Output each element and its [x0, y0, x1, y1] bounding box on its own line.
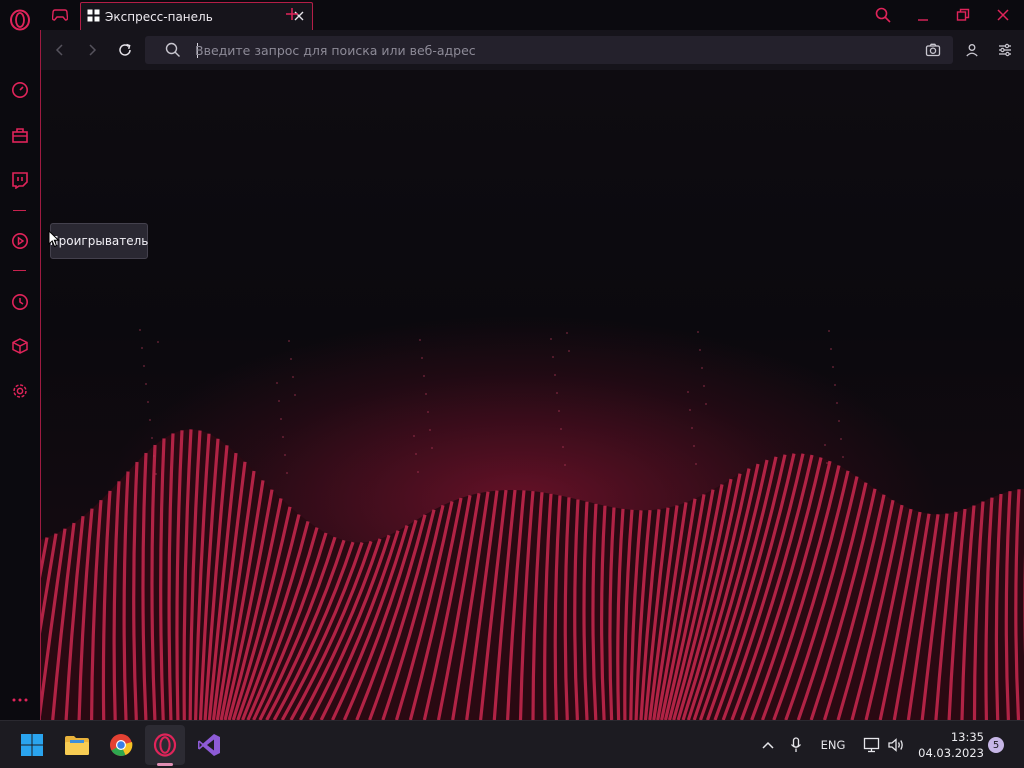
network-icon[interactable] [862, 733, 882, 757]
history-icon[interactable] [8, 290, 32, 314]
back-icon[interactable] [50, 40, 70, 60]
restore-icon[interactable] [954, 6, 972, 24]
screen: Экспресс-панель Введите запрос для поиск… [0, 0, 1024, 768]
search-tabs-icon[interactable] [874, 6, 892, 24]
sidebar [0, 0, 40, 720]
address-bar[interactable] [145, 36, 953, 64]
close-window-icon[interactable] [994, 6, 1012, 24]
mouse-cursor-icon [48, 230, 60, 248]
camera-icon[interactable] [925, 42, 941, 58]
account-icon[interactable] [962, 40, 982, 60]
windows-start-icon[interactable] [12, 725, 52, 765]
reload-icon[interactable] [115, 40, 135, 60]
forward-icon[interactable] [82, 40, 102, 60]
more-icon[interactable] [8, 688, 32, 712]
player-tooltip: Проигрыватель [50, 223, 148, 259]
volume-icon[interactable] [886, 733, 906, 757]
speed-dial-icon[interactable] [8, 78, 32, 102]
twitch-icon[interactable] [8, 168, 32, 192]
gx-corner-icon[interactable] [8, 123, 32, 147]
sidebar-separator [13, 210, 26, 211]
tab-title: Экспресс-панель [105, 10, 213, 24]
content-frame-border [40, 30, 41, 720]
opera-gx-taskbar-icon[interactable] [145, 725, 185, 765]
clock-date: 04.03.2023 [918, 746, 984, 760]
navigation-toolbar [40, 30, 1024, 70]
search-icon [165, 42, 180, 57]
taskbar: ENG 13:35 04.03.2023 5 [0, 720, 1024, 768]
microphone-icon[interactable] [786, 733, 806, 757]
wave-wallpaper-graphic [40, 329, 1024, 720]
player-icon[interactable] [8, 229, 32, 253]
file-explorer-icon[interactable] [57, 725, 97, 765]
minimize-icon[interactable] [914, 6, 932, 24]
new-tab-icon[interactable] [283, 5, 301, 23]
active-app-indicator [157, 763, 173, 766]
tab-strip: Экспресс-панель [40, 0, 1024, 30]
extensions-icon[interactable] [8, 334, 32, 358]
language-indicator[interactable]: ENG [816, 733, 850, 757]
grid-icon [87, 9, 100, 22]
system-clock[interactable]: 13:35 04.03.2023 [912, 729, 984, 761]
chrome-icon[interactable] [101, 725, 141, 765]
clock-time: 13:35 [950, 730, 984, 744]
easy-setup-icon[interactable] [995, 40, 1015, 60]
notification-badge[interactable]: 5 [988, 737, 1004, 753]
visual-studio-icon[interactable] [189, 725, 229, 765]
address-input[interactable] [195, 40, 895, 60]
gamepad-icon[interactable] [48, 4, 72, 26]
speed-dial-wallpaper [40, 70, 1024, 720]
show-hidden-icons-icon[interactable] [758, 733, 778, 757]
settings-icon[interactable] [8, 379, 32, 403]
opera-logo-icon[interactable] [8, 8, 32, 32]
tab-speed-dial[interactable]: Экспресс-панель [80, 2, 313, 30]
sidebar-separator [13, 270, 26, 271]
